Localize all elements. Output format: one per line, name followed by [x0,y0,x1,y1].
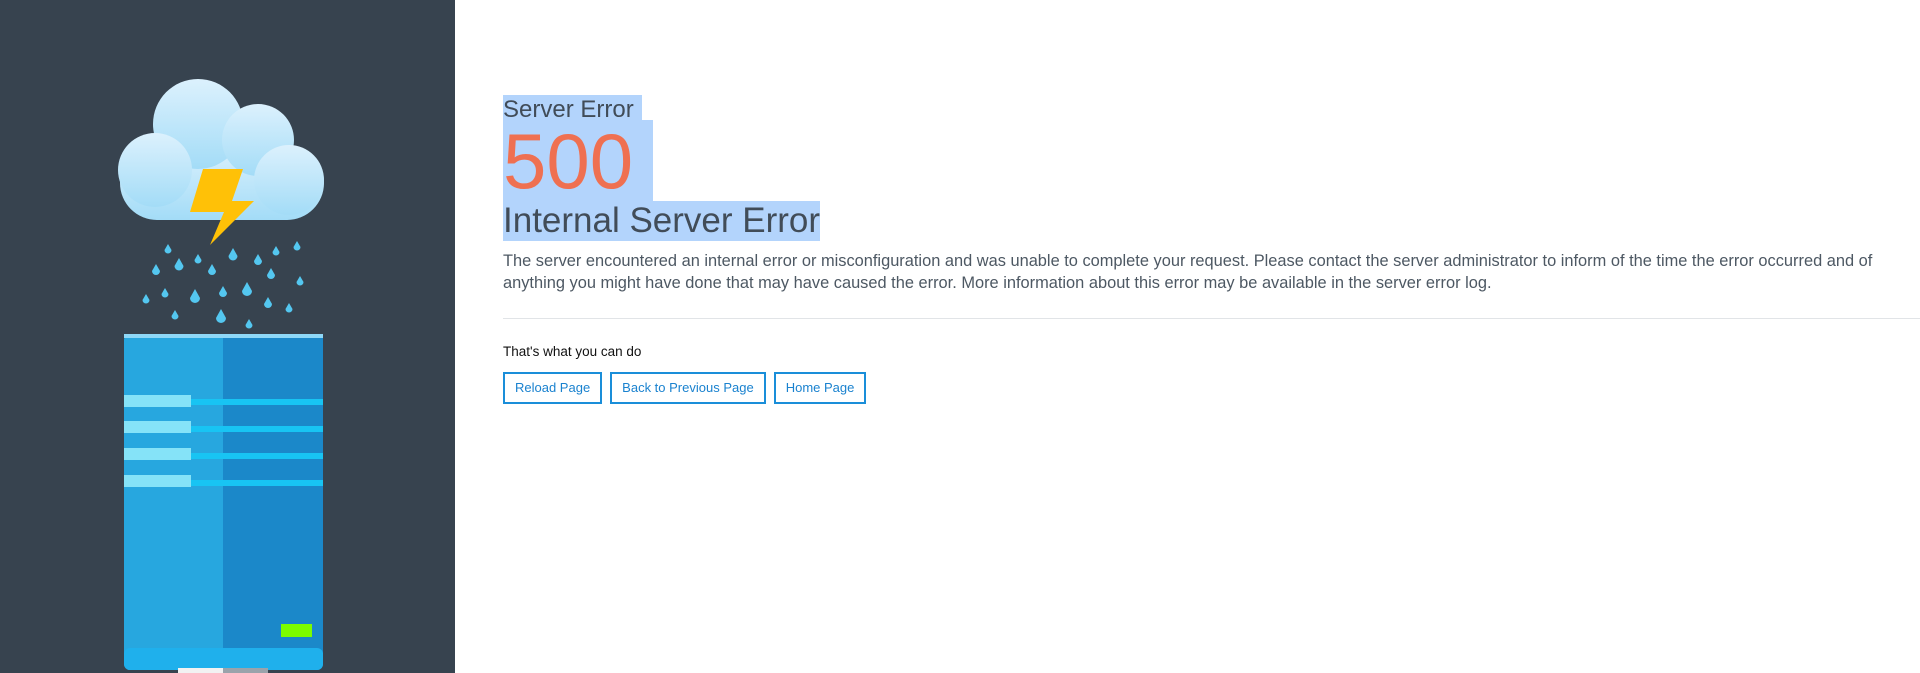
error-title: Internal Server Error [503,201,821,241]
error-page: Server Error 500 Internal Server Error T… [0,0,1920,673]
raindrops-icon [142,241,304,329]
reload-page-button[interactable]: Reload Page [503,372,603,404]
actions-label: That's what you can do [503,344,642,359]
home-page-button[interactable]: Home Page [773,372,867,404]
action-buttons: Reload Page Back to Previous Page Home P… [503,372,867,404]
error-content: Server Error 500 Internal Server Error T… [503,0,1920,673]
back-to-previous-page-button[interactable]: Back to Previous Page [610,372,766,404]
error-message: The server encountered an internal error… [503,252,1873,292]
status-led [281,624,312,637]
server-tower-icon [124,334,323,673]
error-code: 500 [503,120,654,202]
divider [503,318,1920,319]
illustration-panel [0,0,455,673]
server-error-illustration [118,79,324,673]
